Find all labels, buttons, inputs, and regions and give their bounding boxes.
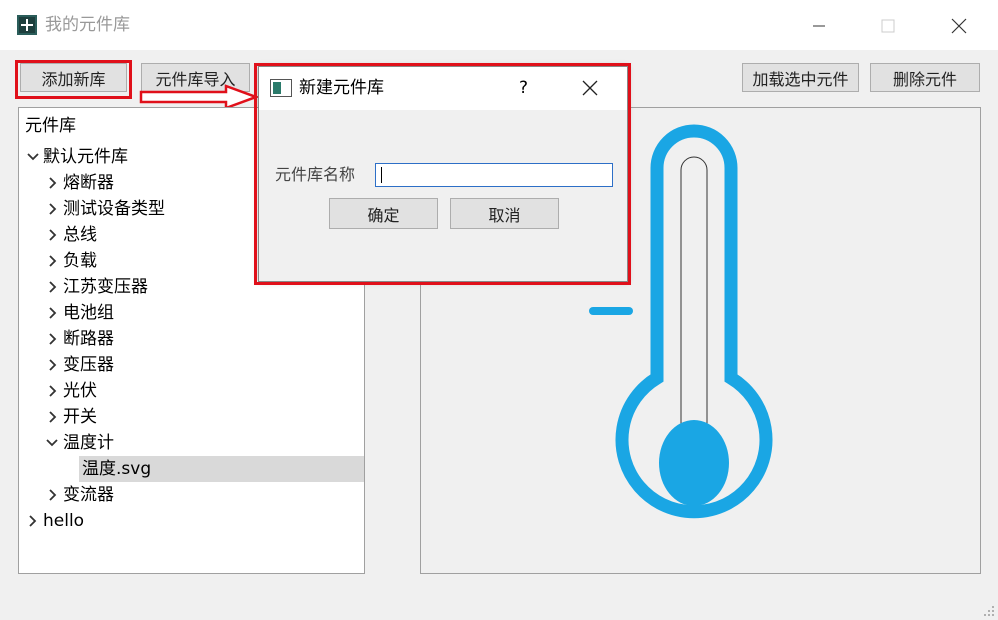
chevron-right-icon bbox=[49, 203, 57, 215]
chevron-right-icon bbox=[49, 307, 57, 319]
chevron-right-icon bbox=[49, 359, 57, 371]
chevron-right-icon bbox=[49, 281, 57, 293]
tree-item-label: 开关 bbox=[63, 407, 97, 427]
minimize-button[interactable] bbox=[796, 10, 842, 42]
tree-item-label: 断路器 bbox=[63, 329, 114, 349]
tree-item-switch[interactable]: 开关 bbox=[43, 404, 97, 430]
tree-item-thermometer[interactable]: 温度计 bbox=[43, 430, 114, 456]
title-bar: 我的元件库 bbox=[0, 0, 998, 50]
tree-item-fuse[interactable]: 熔断器 bbox=[43, 170, 114, 196]
tree-item-load[interactable]: 负载 bbox=[43, 248, 97, 274]
delete-component-button[interactable]: 删除元件 bbox=[870, 63, 980, 92]
tree-item-label: 变流器 bbox=[63, 485, 114, 505]
chevron-right-icon bbox=[49, 411, 57, 423]
tree-item-label: 江苏变压器 bbox=[63, 277, 148, 297]
tree-item-label: 熔断器 bbox=[63, 173, 114, 193]
tree-item-label: 总线 bbox=[63, 225, 97, 245]
chevron-down-icon bbox=[46, 439, 58, 447]
chevron-right-icon bbox=[49, 489, 57, 501]
load-selected-button[interactable]: 加载选中元件 bbox=[742, 63, 859, 92]
chevron-right-icon bbox=[49, 385, 57, 397]
tree-item-label: 变压器 bbox=[63, 355, 114, 375]
resize-grip-icon[interactable] bbox=[982, 604, 996, 618]
chevron-right-icon bbox=[49, 229, 57, 241]
tree-item-label: 默认元件库 bbox=[43, 147, 128, 167]
tree-header: 元件库 bbox=[25, 116, 76, 136]
tree-item-label: 负载 bbox=[63, 251, 97, 271]
maximize-icon bbox=[881, 19, 895, 33]
tree-item-battery[interactable]: 电池组 bbox=[43, 300, 114, 326]
close-icon bbox=[951, 18, 967, 34]
tree-item-photovoltaic[interactable]: 光伏 bbox=[43, 378, 97, 404]
tree-item-hello[interactable]: hello bbox=[23, 508, 84, 534]
tree-item-breaker[interactable]: 断路器 bbox=[43, 326, 114, 352]
close-button[interactable] bbox=[936, 10, 982, 42]
chevron-right-icon bbox=[49, 333, 57, 345]
tree-item-label: 温度计 bbox=[63, 433, 114, 453]
tree-item-bus[interactable]: 总线 bbox=[43, 222, 97, 248]
window-title: 我的元件库 bbox=[45, 15, 130, 35]
tree-item-jiangsu-transformer[interactable]: 江苏变压器 bbox=[43, 274, 148, 300]
minimize-icon bbox=[813, 25, 825, 27]
chevron-right-icon bbox=[49, 177, 57, 189]
chevron-right-icon bbox=[49, 255, 57, 267]
tree-item-label: hello bbox=[43, 511, 85, 531]
maximize-button[interactable] bbox=[865, 10, 911, 42]
tree-item-default-library[interactable]: 默认元件库 bbox=[23, 144, 128, 170]
tree-item-label: 电池组 bbox=[63, 303, 114, 323]
tree-item-test-device-type[interactable]: 测试设备类型 bbox=[43, 196, 165, 222]
tree-item-label: 测试设备类型 bbox=[63, 199, 165, 219]
chevron-right-icon bbox=[29, 515, 37, 527]
app-icon bbox=[17, 15, 37, 35]
tree-item-converter[interactable]: 变流器 bbox=[43, 482, 114, 508]
tree-item-transformer[interactable]: 变压器 bbox=[43, 352, 114, 378]
tree-item-temperature-svg[interactable]: 温度.svg bbox=[82, 456, 151, 482]
chevron-down-icon bbox=[27, 153, 39, 161]
highlight-box-dialog bbox=[254, 63, 631, 285]
highlight-box-add-button bbox=[15, 60, 132, 99]
tree-item-label: 光伏 bbox=[63, 381, 97, 401]
